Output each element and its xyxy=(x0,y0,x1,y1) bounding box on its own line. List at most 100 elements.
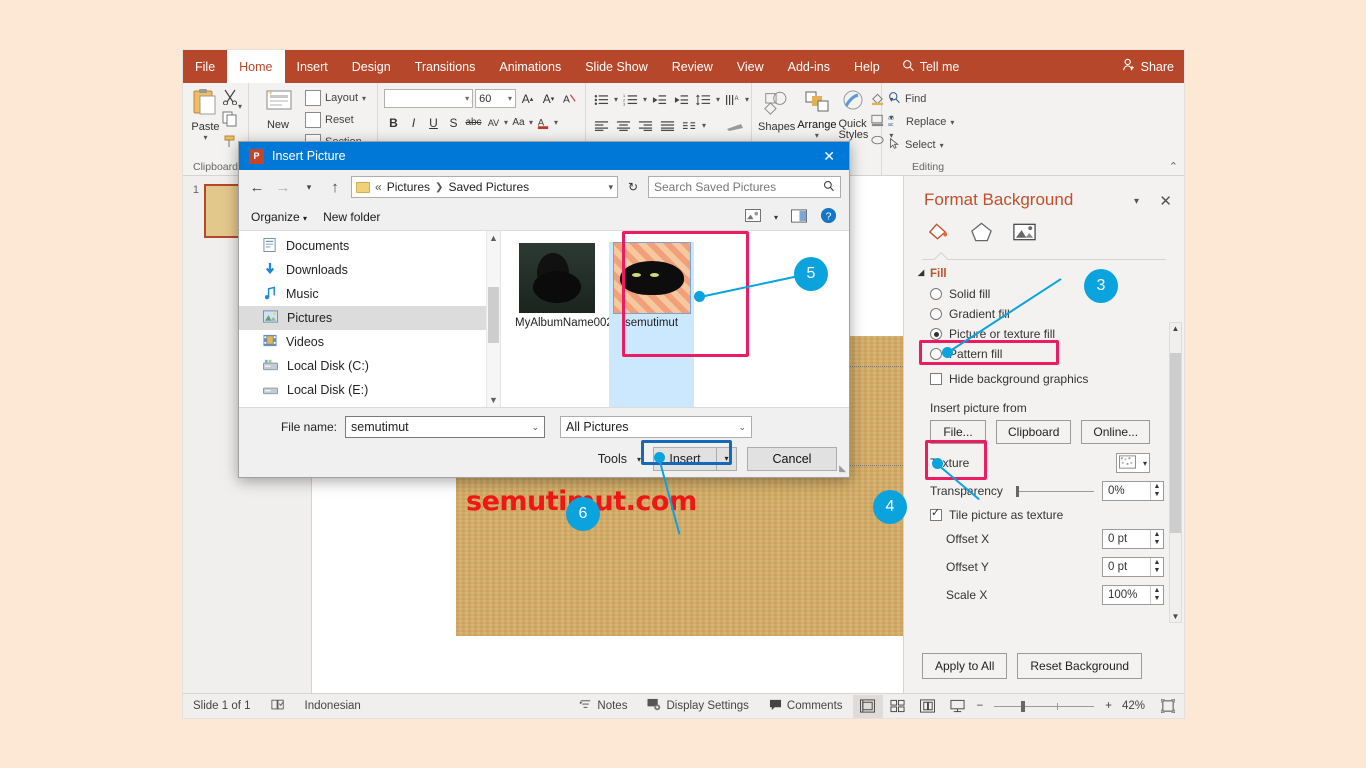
replace-button[interactable]: abac Replace ▾ xyxy=(888,112,968,132)
columns-button[interactable] xyxy=(680,116,699,135)
close-dialog-button[interactable]: ✕ xyxy=(809,148,849,165)
tab-home[interactable]: Home xyxy=(227,50,284,83)
chevron-down-icon[interactable]: ▾ xyxy=(203,133,207,142)
pane-options-button[interactable]: ▾ xyxy=(1134,196,1139,207)
tab-insert[interactable]: Insert xyxy=(285,50,340,83)
chevron-down-icon[interactable]: ▾ xyxy=(643,95,647,104)
slider-handle[interactable] xyxy=(1016,486,1019,497)
change-case-button[interactable]: Aa xyxy=(509,113,528,132)
scroll-up-arrow-icon[interactable]: ▲ xyxy=(1170,324,1181,333)
tile-picture-checkbox[interactable]: Tile picture as texture xyxy=(904,505,1184,525)
file-item-myalbumname002[interactable]: MyAlbumName002 xyxy=(515,243,598,407)
option-picture-or-texture-fill[interactable]: Picture or texture fill xyxy=(904,324,1184,344)
bullets-button[interactable] xyxy=(592,90,611,109)
help-button[interactable]: ? xyxy=(820,207,837,227)
chevron-down-icon[interactable]: ⌄ xyxy=(531,422,539,433)
breadcrumb-saved-pictures[interactable]: Saved Pictures xyxy=(448,180,529,194)
chevron-down-icon[interactable]: ▾ xyxy=(508,94,512,103)
layout-button[interactable]: Layout ▾ xyxy=(305,88,366,108)
chevron-down-icon[interactable]: ▾ xyxy=(504,118,508,127)
spinner-arrows[interactable]: ▲▼ xyxy=(1150,586,1163,604)
view-normal-button[interactable] xyxy=(853,695,883,718)
organize-button[interactable]: Organize ▾ xyxy=(251,210,307,224)
nav-item-pictures[interactable]: Pictures xyxy=(239,306,500,330)
scrollbar-thumb[interactable] xyxy=(488,287,499,343)
chevron-down-icon[interactable]: ⌄ xyxy=(738,422,746,433)
fit-to-window-button[interactable] xyxy=(1151,699,1184,713)
nav-pane-scrollbar[interactable]: ▲ ▼ xyxy=(486,231,500,407)
zoom-slider-handle[interactable] xyxy=(1021,701,1025,712)
chevron-down-icon[interactable]: ▾ xyxy=(745,95,749,104)
address-bar[interactable]: « Pictures ❯ Saved Pictures ▾ xyxy=(351,176,618,198)
spinner-arrows[interactable]: ▲▼ xyxy=(1150,558,1163,576)
share-button[interactable]: Share xyxy=(1122,50,1174,83)
insert-from-file-button[interactable]: File... xyxy=(930,420,986,444)
display-settings-button[interactable]: Display Settings xyxy=(637,698,758,714)
breadcrumb-pictures[interactable]: Pictures xyxy=(387,180,430,194)
numbering-button[interactable]: 123 xyxy=(621,90,640,109)
chevron-down-icon[interactable]: ▾ xyxy=(465,94,469,103)
notes-button[interactable]: Notes xyxy=(569,698,637,714)
apply-to-all-button[interactable]: Apply to All xyxy=(922,653,1007,679)
file-item-semutimut[interactable]: semutimut xyxy=(610,243,693,407)
back-button[interactable]: ← xyxy=(247,179,267,196)
insert-dropdown-arrow-icon[interactable]: ▾ xyxy=(716,448,736,470)
chevron-down-icon[interactable]: ▾ xyxy=(1143,459,1147,468)
text-direction-button[interactable]: A xyxy=(723,90,742,109)
chevron-down-icon[interactable]: ▾ xyxy=(614,95,618,104)
nav-item-downloads[interactable]: Downloads xyxy=(239,258,500,282)
chevron-down-icon[interactable]: ▾ xyxy=(608,182,613,193)
slide-count-indicator[interactable]: Slide 1 of 1 xyxy=(183,700,261,712)
tab-add-ins[interactable]: Add-ins xyxy=(776,50,842,83)
chevron-down-icon[interactable]: ▾ xyxy=(362,94,366,103)
spell-check-icon-wrap[interactable] xyxy=(261,698,295,714)
option-gradient-fill[interactable]: Gradient fill xyxy=(904,304,1184,324)
zoom-slider[interactable] xyxy=(994,706,1094,707)
pane-scrollbar[interactable]: ▲ ▼ xyxy=(1169,322,1182,623)
font-color-button[interactable]: A xyxy=(534,113,553,132)
view-mode-button[interactable] xyxy=(745,209,761,225)
refresh-icon[interactable]: ↻ xyxy=(624,180,642,194)
transparency-slider[interactable] xyxy=(1016,491,1094,492)
increase-font-size-button[interactable]: A▴ xyxy=(518,89,537,108)
search-box[interactable]: Search Saved Pictures xyxy=(648,176,841,198)
nav-item-videos[interactable]: Videos xyxy=(239,330,500,354)
file-name-input[interactable]: semutimut ⌄ xyxy=(345,416,545,438)
chevron-down-icon[interactable]: ▾ xyxy=(716,95,720,104)
view-mode-dropdown-icon[interactable]: ▾ xyxy=(774,213,778,222)
chevron-down-icon[interactable]: ▾ xyxy=(554,118,558,127)
resize-grip-icon[interactable]: ◣ xyxy=(839,463,846,474)
reset-button[interactable]: Reset xyxy=(305,110,366,130)
reset-background-button[interactable]: Reset Background xyxy=(1017,653,1142,679)
convert-smartart-button[interactable] xyxy=(725,116,744,135)
tab-help[interactable]: Help xyxy=(842,50,892,83)
align-right-button[interactable] xyxy=(636,116,655,135)
file-type-filter[interactable]: All Pictures ⌄ xyxy=(560,416,752,438)
scale-x-spinner[interactable]: 100% ▲▼ xyxy=(1102,585,1164,605)
offset-x-spinner[interactable]: 0 pt ▲▼ xyxy=(1102,529,1164,549)
scrollbar-thumb[interactable] xyxy=(1170,353,1181,533)
collapse-ribbon-button[interactable]: ⌃ xyxy=(1169,160,1178,173)
decrease-indent-button[interactable] xyxy=(650,90,669,109)
spinner-arrows[interactable]: ▲▼ xyxy=(1150,530,1163,548)
justify-button[interactable] xyxy=(658,116,677,135)
chevron-down-icon[interactable]: ▾ xyxy=(529,118,533,127)
bold-button[interactable]: B xyxy=(384,113,403,132)
underline-button[interactable]: U xyxy=(424,113,443,132)
insert-from-clipboard-button[interactable]: Clipboard xyxy=(996,420,1071,444)
nav-item-music[interactable]: Music xyxy=(239,282,500,306)
transparency-spinner[interactable]: 0% ▲▼ xyxy=(1102,481,1164,501)
nav-item-documents[interactable]: Documents xyxy=(239,234,500,258)
increase-indent-button[interactable] xyxy=(672,90,691,109)
effects-icon[interactable] xyxy=(969,220,994,247)
spinner-arrows[interactable]: ▲▼ xyxy=(1150,482,1163,500)
tools-button[interactable]: Tools ▾ xyxy=(598,452,641,466)
find-button[interactable]: Find xyxy=(888,89,968,109)
font-size-input[interactable]: 60 ▾ xyxy=(475,89,516,108)
cut-icon[interactable] xyxy=(222,89,238,108)
option-solid-fill[interactable]: Solid fill xyxy=(904,284,1184,304)
forward-button[interactable]: → xyxy=(273,179,293,196)
insert-from-online-button[interactable]: Online... xyxy=(1081,420,1150,444)
scroll-up-arrow-icon[interactable]: ▲ xyxy=(487,233,500,243)
up-button[interactable]: ↑ xyxy=(325,179,345,196)
